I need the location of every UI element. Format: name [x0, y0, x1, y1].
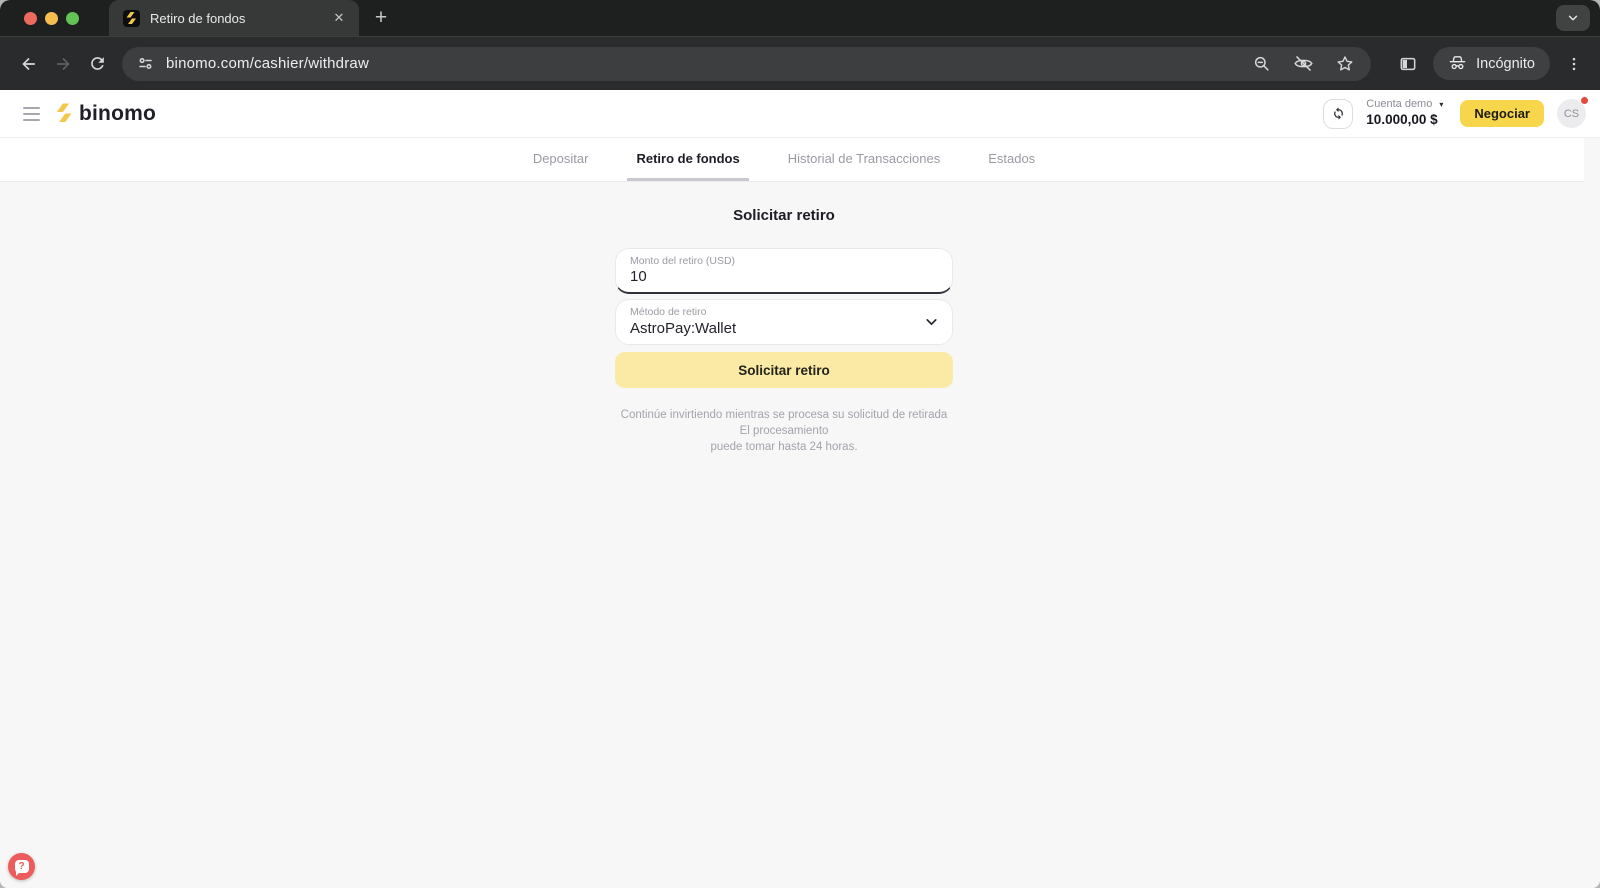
side-panel-icon	[1400, 57, 1416, 70]
tab-search-button[interactable]	[1556, 5, 1590, 31]
account-type-label: Cuenta demo	[1366, 98, 1433, 111]
tab-estados[interactable]: Estados	[979, 138, 1044, 181]
processing-note: Continúe invirtiendo mientras se procesa…	[615, 407, 953, 455]
toolbar-right: Incógnito	[1379, 47, 1588, 81]
account-balance: 10.000,00 $	[1366, 111, 1438, 127]
maximize-window-button[interactable]	[66, 11, 79, 25]
tab-retiro-de-fondos[interactable]: Retiro de fondos	[627, 138, 749, 181]
question-mark-icon: ?	[18, 860, 25, 872]
method-value: AstroPay:Wallet	[630, 320, 737, 337]
forward-button[interactable]	[46, 47, 80, 81]
new-tab-button[interactable]: +	[367, 4, 395, 32]
address-bar[interactable]: binomo.com/cashier/withdraw	[122, 46, 1372, 81]
browser-toolbar: binomo.com/cashier/withdraw Incógnito	[0, 36, 1600, 90]
method-select[interactable]: Método de retiro AstroPay:Wallet	[615, 299, 953, 345]
incognito-label: Incógnito	[1476, 55, 1535, 72]
bookmark-star-icon[interactable]	[1335, 54, 1355, 74]
minimize-window-button[interactable]	[45, 11, 58, 25]
amount-input[interactable]	[630, 267, 938, 285]
reload-button[interactable]	[80, 47, 114, 81]
site-settings-icon[interactable]	[130, 50, 160, 78]
account-selector[interactable]: Cuenta demo ▾ 10.000,00 $	[1366, 98, 1443, 129]
close-tab-icon[interactable]: ✕	[329, 8, 349, 28]
notification-dot	[1581, 97, 1588, 104]
chat-bubble-icon: ?	[14, 860, 29, 876]
chevron-down-icon	[1568, 15, 1578, 21]
method-label: Método de retiro	[630, 306, 707, 318]
note-line-2: puede tomar hasta 24 horas.	[710, 441, 858, 453]
browser-menu-button[interactable]	[1560, 50, 1588, 78]
arrow-back-icon	[22, 57, 35, 70]
help-chat-button[interactable]: ?	[8, 853, 35, 880]
withdraw-form: Solicitar retiro Monto del retiro (USD) …	[615, 207, 953, 455]
incognito-icon	[1449, 56, 1466, 70]
tab-historial-de-transacciones[interactable]: Historial de Transacciones	[779, 138, 949, 181]
zoom-icon[interactable]	[1252, 54, 1272, 74]
window-controls	[0, 11, 97, 25]
chevron-down-icon	[923, 314, 940, 331]
withdraw-main: Solicitar retiro Monto del retiro (USD) …	[0, 182, 1600, 888]
site-header: binomo Cuenta demo ▾ 10.000,00 $ Negocia…	[0, 90, 1600, 138]
kebab-menu-icon	[1572, 57, 1576, 70]
refresh-balance-button[interactable]	[1323, 98, 1354, 129]
avatar-initials: CS	[1563, 107, 1580, 120]
header-right: Cuenta demo ▾ 10.000,00 $ Negociar CS	[1323, 97, 1588, 129]
back-button[interactable]	[12, 47, 46, 81]
binomo-bolt-icon	[56, 103, 72, 122]
close-window-button[interactable]	[24, 11, 37, 25]
arrow-forward-icon	[57, 57, 70, 70]
browser-window: Retiro de fondos ✕ + binomo.com/cashier/…	[0, 0, 1600, 888]
trade-button[interactable]: Negociar	[1460, 100, 1544, 127]
sync-icon	[1333, 107, 1343, 120]
page-content: binomo Cuenta demo ▾ 10.000,00 $ Negocia…	[0, 90, 1600, 888]
binomo-favicon-icon	[123, 9, 140, 27]
tab-depositar[interactable]: Depositar	[524, 138, 598, 181]
cashier-tabs: Depositar Retiro de fondos Historial de …	[0, 138, 1584, 182]
logo-text: binomo	[79, 101, 157, 125]
reload-icon	[90, 57, 104, 70]
url-text[interactable]: binomo.com/cashier/withdraw	[166, 55, 1240, 72]
binomo-logo[interactable]: binomo	[56, 102, 156, 126]
avatar[interactable]: CS	[1557, 97, 1588, 128]
browser-tab-strip: Retiro de fondos ✕ +	[0, 0, 1600, 36]
incognito-badge: Incógnito	[1433, 47, 1550, 80]
note-line-1: Continúe invirtiendo mientras se procesa…	[620, 409, 948, 437]
tab-title: Retiro de fondos	[150, 10, 246, 26]
page-title: Solicitar retiro	[733, 207, 835, 224]
amount-label: Monto del retiro (USD)	[630, 255, 736, 267]
side-panel-button[interactable]	[1391, 47, 1425, 81]
browser-tab[interactable]: Retiro de fondos ✕	[109, 0, 359, 36]
hamburger-menu-button[interactable]	[14, 97, 48, 131]
caret-down-icon: ▾	[1439, 100, 1444, 110]
eye-off-icon[interactable]	[1293, 53, 1314, 74]
amount-field[interactable]: Monto del retiro (USD)	[615, 248, 953, 294]
submit-withdraw-button[interactable]: Solicitar retiro	[615, 352, 953, 388]
omnibox-trailing-icons	[1252, 53, 1355, 74]
